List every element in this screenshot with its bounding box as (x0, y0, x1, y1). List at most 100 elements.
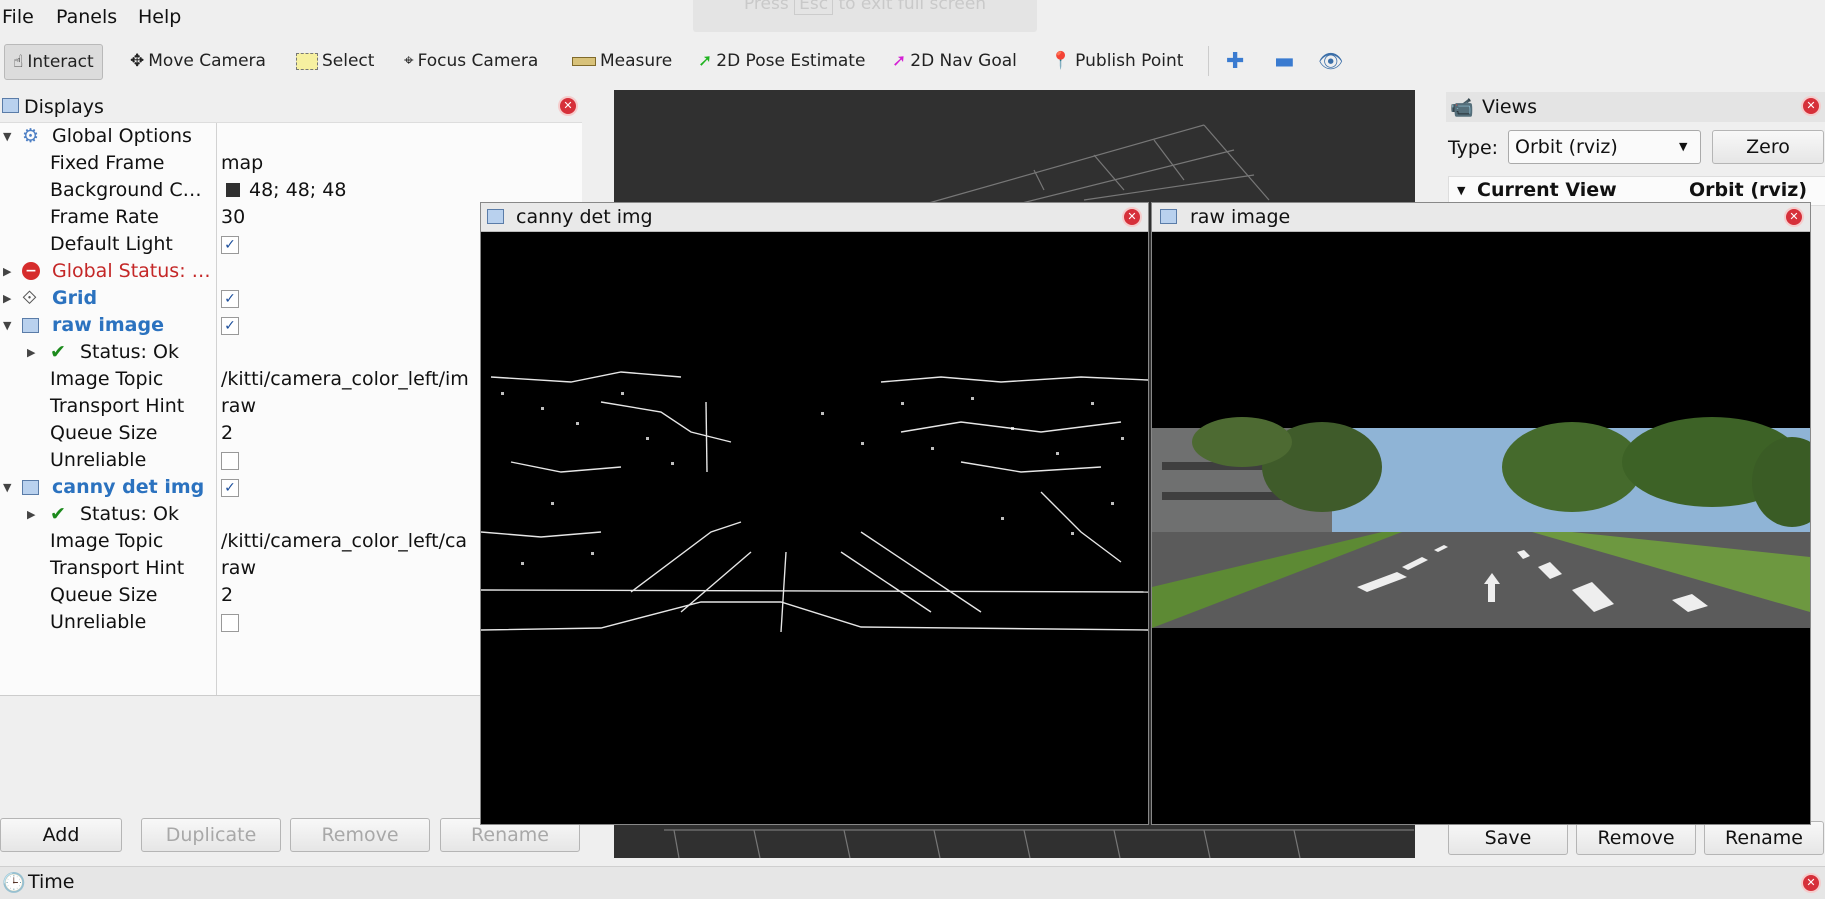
raw-image-window[interactable]: raw image ✕ (1151, 202, 1811, 825)
global-status-label: Global Status: … (52, 260, 211, 282)
canny-checkbox[interactable]: ✓ (221, 479, 239, 497)
view-type-select[interactable]: Orbit (rviz) ▼ (1508, 130, 1701, 164)
expand-right-icon[interactable]: ▶ (27, 508, 35, 521)
background-value[interactable]: 48; 48; 48 (249, 179, 346, 201)
raw-unreliable-checkbox[interactable] (221, 452, 239, 470)
canny-image-window[interactable]: canny det img ✕ (480, 202, 1149, 825)
fullscreen-hint-key: Esc (794, 0, 834, 15)
canny-queue-value[interactable]: 2 (221, 584, 233, 606)
camera-icon: 📹 (1450, 97, 1474, 119)
ruler-icon (572, 56, 596, 66)
focus-camera-label: Focus Camera (417, 51, 539, 71)
grid-icon: ⟐ (22, 287, 37, 309)
raw-image-label: raw image (52, 314, 164, 336)
canny-edge-image (481, 232, 1148, 824)
image-icon (1160, 209, 1177, 224)
canny-unreliable-checkbox[interactable] (221, 614, 239, 632)
raw-queue-label: Queue Size (50, 422, 158, 444)
publish-point-label: Publish Point (1075, 51, 1184, 71)
displays-title: Displays (24, 96, 104, 118)
add-button[interactable]: Add (0, 818, 122, 852)
magenta-arrow-icon: ➚ (892, 51, 907, 71)
close-icon[interactable]: ✕ (1122, 207, 1142, 227)
measure-tool[interactable]: Measure (572, 44, 672, 78)
canny-status-label: Status: Ok (80, 503, 179, 525)
gear-icon: ⚙ (22, 125, 40, 147)
fullscreen-hint-press: Press (743, 0, 789, 14)
color-swatch[interactable] (226, 183, 240, 197)
canny-transport-value[interactable]: raw (221, 557, 256, 579)
select-icon (296, 52, 318, 70)
raw-window-title: raw image (1190, 206, 1291, 228)
raw-transport-label: Transport Hint (50, 395, 185, 417)
remove-display-button[interactable]: Remove (290, 818, 430, 852)
expand-down-icon[interactable]: ▼ (3, 319, 11, 332)
menu-panels[interactable]: Panels (56, 6, 117, 28)
toolbar-divider (1208, 46, 1209, 76)
image-icon (22, 318, 39, 333)
raw-window-titlebar[interactable]: raw image ✕ (1152, 203, 1810, 232)
grid-checkbox[interactable]: ✓ (221, 290, 239, 308)
expand-down-icon[interactable]: ▼ (3, 481, 11, 494)
close-icon[interactable]: ✕ (558, 96, 578, 116)
rename-view-button[interactable]: Rename (1704, 821, 1824, 855)
raw-queue-value[interactable]: 2 (221, 422, 233, 444)
canny-topic-label: Image Topic (50, 530, 164, 552)
save-view-button[interactable]: Save (1448, 821, 1568, 855)
select-tool[interactable]: Select (296, 44, 374, 78)
background-label: Background C… (50, 179, 202, 201)
canny-label: canny det img (52, 476, 205, 498)
monitor-icon (2, 98, 19, 113)
move-camera-icon: ✥ (130, 51, 145, 71)
expand-right-icon[interactable]: ▶ (3, 292, 11, 305)
expand-down-icon[interactable]: ▼ (1457, 184, 1465, 197)
default-light-checkbox[interactable]: ✓ (221, 236, 239, 254)
canny-topic-value[interactable]: /kitti/camera_color_left/ca (221, 530, 467, 552)
focus-camera-icon: ⌖ (404, 51, 414, 71)
raw-image-checkbox[interactable]: ✓ (221, 317, 239, 335)
publish-point-tool[interactable]: 📍 Publish Point (1050, 44, 1183, 78)
menu-help[interactable]: Help (138, 6, 181, 28)
move-camera-label: Move Camera (148, 51, 266, 71)
move-camera-tool[interactable]: ✥ Move Camera (130, 44, 266, 78)
canny-unreliable-label: Unreliable (50, 611, 147, 633)
close-icon[interactable]: ✕ (1784, 207, 1804, 227)
fixed-frame-value[interactable]: map (221, 152, 263, 174)
time-title: Time (28, 871, 75, 893)
image-icon (22, 480, 39, 495)
pose-estimate-tool[interactable]: ➚ 2D Pose Estimate (698, 44, 865, 78)
focus-camera-tool[interactable]: ⌖ Focus Camera (404, 44, 538, 78)
remove-view-button[interactable]: Remove (1576, 821, 1696, 855)
menu-file[interactable]: File (2, 6, 34, 28)
green-arrow-icon: ➚ (698, 51, 713, 71)
close-icon[interactable]: ✕ (1801, 873, 1821, 893)
views-title: Views (1482, 96, 1537, 118)
fixed-frame-label: Fixed Frame (50, 152, 165, 174)
time-panel-bar: 🕒 Time ✕ (0, 866, 1825, 899)
tree-row-fixed-frame[interactable]: Fixed Frame map (0, 150, 582, 177)
raw-topic-label: Image Topic (50, 368, 164, 390)
expand-right-icon[interactable]: ▶ (3, 265, 11, 278)
measure-label: Measure (600, 51, 673, 71)
interact-tool[interactable]: ☝ Interact (4, 44, 103, 80)
tree-row-background[interactable]: Background C… 48; 48; 48 (0, 177, 582, 204)
displays-header: Displays ✕ (0, 92, 582, 122)
toolbar: ☝ Interact ✥ Move Camera Select ⌖ Focus Cam… (0, 38, 1825, 86)
select-label: Select (322, 51, 375, 71)
close-icon[interactable]: ✕ (1801, 96, 1821, 116)
zero-button[interactable]: Zero (1712, 130, 1824, 164)
remove-tool-minus-icon[interactable]: ▬ (1274, 44, 1295, 78)
expand-right-icon[interactable]: ▶ (27, 346, 35, 359)
raw-topic-value[interactable]: /kitti/camera_color_left/im (221, 368, 469, 390)
duplicate-button[interactable]: Duplicate (141, 818, 281, 852)
frame-rate-value[interactable]: 30 (221, 206, 245, 228)
raw-transport-value[interactable]: raw (221, 395, 256, 417)
nav-goal-tool[interactable]: ➚ 2D Nav Goal (892, 44, 1017, 78)
eye-icon[interactable]: 👁 (1318, 44, 1343, 78)
expand-down-icon[interactable]: ▼ (3, 130, 11, 143)
tree-row-global-options[interactable]: ▼ ⚙ Global Options (0, 123, 582, 150)
add-tool-plus-icon[interactable]: ✚ (1226, 44, 1244, 78)
checkmark-icon: ✔ (50, 341, 66, 363)
current-view-type: Orbit (rviz) (1689, 179, 1808, 201)
canny-window-titlebar[interactable]: canny det img ✕ (481, 203, 1148, 232)
